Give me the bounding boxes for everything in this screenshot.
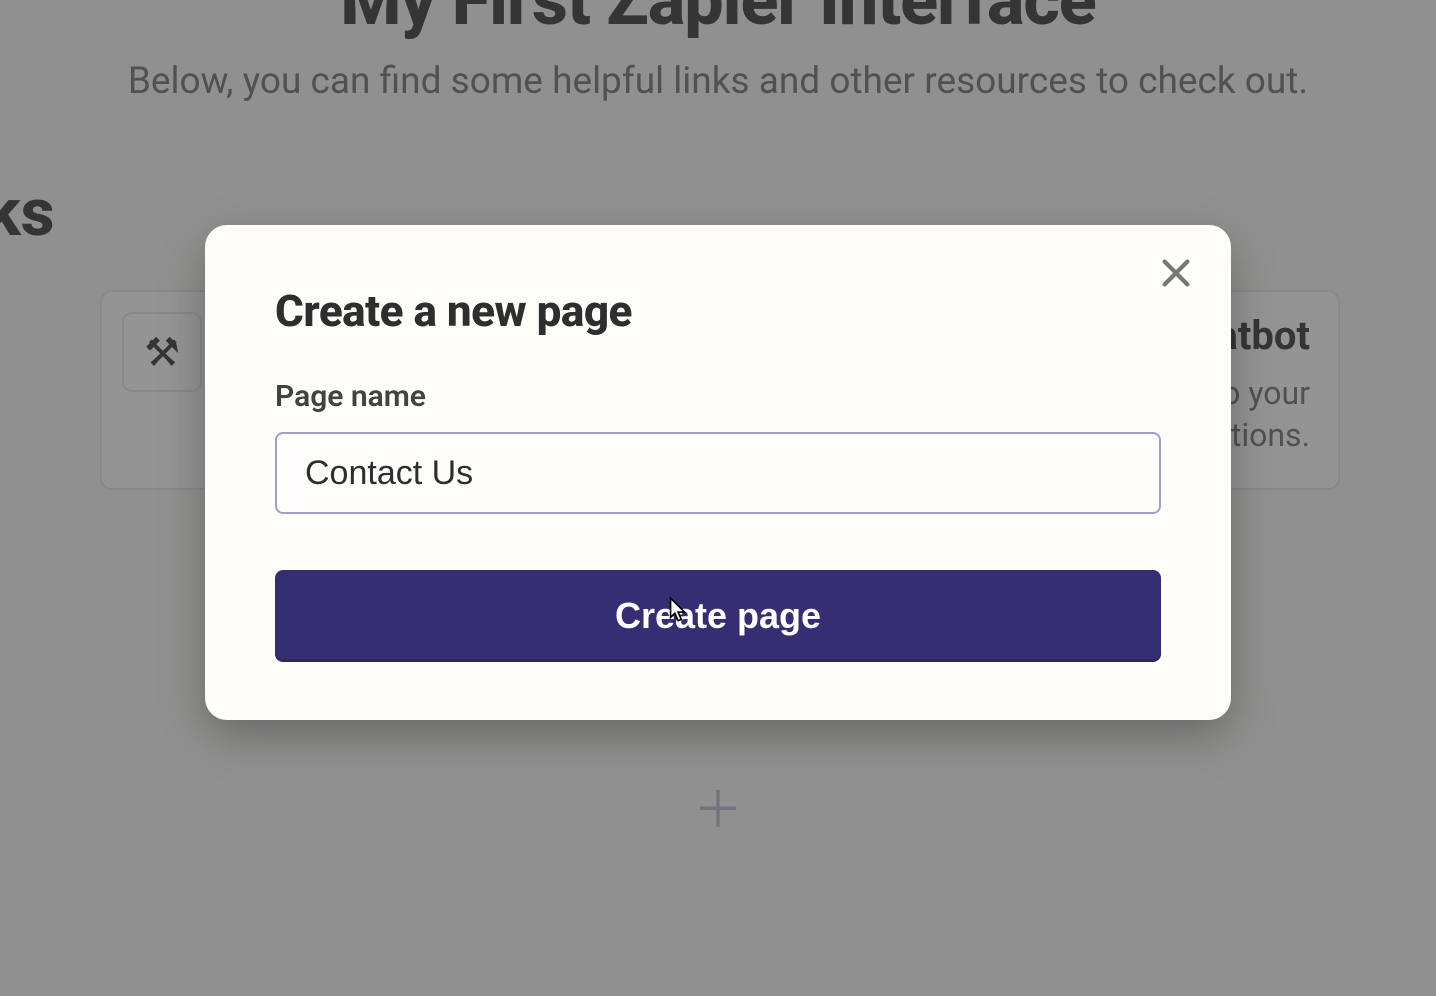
create-page-button[interactable]: Create page	[275, 570, 1161, 662]
close-icon	[1159, 256, 1193, 293]
create-page-modal: Create a new page Page name Create page	[205, 225, 1231, 720]
page-name-input[interactable]	[275, 432, 1161, 514]
page-name-label: Page name	[275, 379, 1161, 414]
modal-title: Create a new page	[275, 285, 1161, 337]
close-button[interactable]	[1151, 249, 1201, 299]
